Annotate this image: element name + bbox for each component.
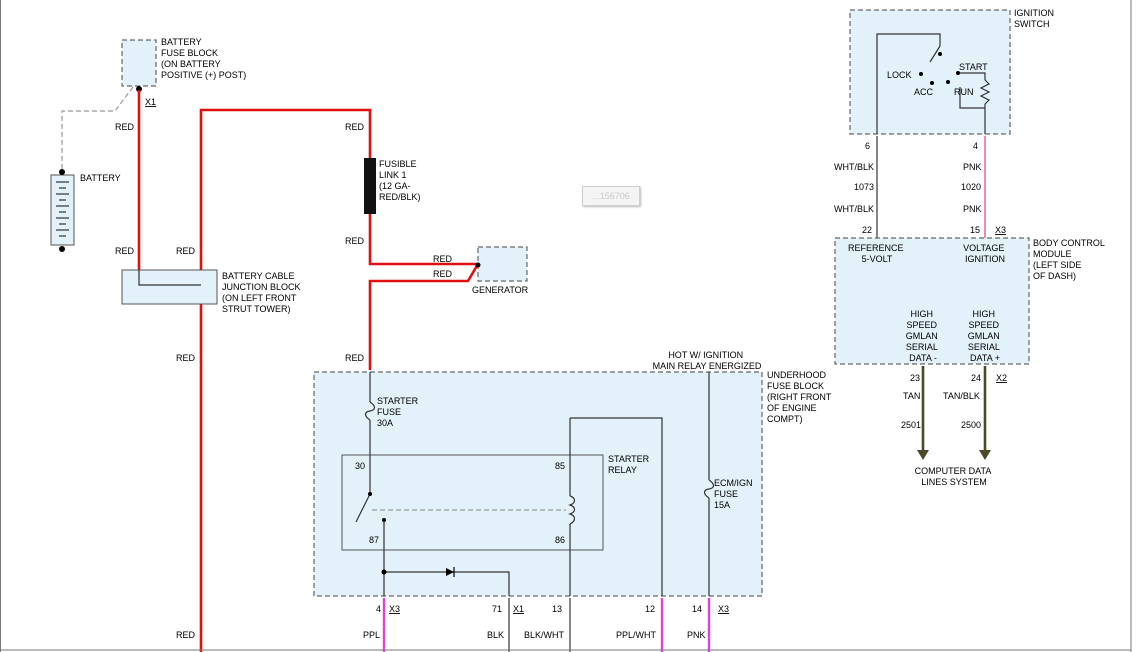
- pin-71-bottom: 71: [492, 604, 502, 614]
- pin-6: 6: [865, 141, 870, 151]
- circuit-2500: 2500: [961, 420, 981, 430]
- run-label: RUN: [954, 87, 974, 97]
- wire-blk-wht: BLK/WHT: [524, 630, 565, 640]
- battery: [50, 174, 75, 246]
- wire-tan-blk: TAN/BLK: [943, 391, 980, 401]
- circuit-1020: 1020: [961, 182, 981, 192]
- x2-connector: X2: [996, 373, 1007, 383]
- pin-86: 86: [555, 535, 565, 545]
- red-wire-generator-starter: [368, 263, 480, 370]
- wire-label-red-6: RED: [176, 630, 196, 640]
- wire-label-red-7: RED: [345, 236, 365, 246]
- pin-23: 23: [910, 373, 920, 383]
- pin-15: 15: [970, 225, 980, 235]
- ignition-switch-label: IGNITION SWITCH: [1014, 8, 1057, 29]
- acc-label: ACC: [914, 87, 934, 97]
- pin-13-bottom: 13: [552, 604, 562, 614]
- ignition-switch: [849, 9, 1011, 135]
- wire-label-red-1: RED: [115, 122, 135, 132]
- wire-label-red-10: RED: [345, 353, 365, 363]
- lock-label: LOCK: [887, 70, 912, 80]
- arrow-data-plus-icon: [979, 450, 991, 460]
- gmlan-plus-label: HIGH SPEED GMLAN SERIAL DATA +: [968, 309, 1003, 363]
- start-label: START: [959, 62, 988, 72]
- wire-ppl: PPL: [363, 630, 380, 640]
- wire-tan: TAN: [903, 391, 920, 401]
- x3-bcm: X3: [995, 225, 1006, 235]
- junction-block-label: BATTERY CABLE JUNCTION BLOCK (ON LEFT FR…: [222, 271, 303, 314]
- generator-label: GENERATOR: [472, 285, 529, 295]
- pin-4-bottom: 4: [376, 604, 381, 614]
- bcm-label: BODY CONTROL MODULE (LEFT SIDE OF DASH): [1033, 238, 1107, 281]
- x3-bottom-b: X3: [718, 604, 729, 614]
- hot-ignition-label: HOT W/ IGNITION MAIN RELAY ENERGIZED: [653, 350, 762, 371]
- circuit-1073: 1073: [854, 182, 874, 192]
- battery-fuse-block: [121, 39, 157, 87]
- wire-ppl-wht: PPL/WHT: [616, 630, 657, 640]
- fusible-link: [364, 158, 376, 214]
- pin-30: 30: [355, 461, 365, 471]
- underhood-label: UNDERHOOD FUSE BLOCK (RIGHT FRONT OF ENG…: [767, 370, 834, 424]
- pin-12-bottom: 12: [645, 604, 655, 614]
- wire-blk: BLK: [487, 630, 504, 640]
- wire-label-red-8: RED: [433, 254, 453, 264]
- wire-pnk-bottom: PNK: [687, 630, 706, 640]
- pin-4: 4: [973, 141, 978, 151]
- pin-87: 87: [369, 535, 379, 545]
- wire-label-red-4: RED: [176, 246, 196, 256]
- pin-85: 85: [555, 461, 565, 471]
- pin-24: 24: [971, 373, 981, 383]
- x1-connector-label: X1: [145, 97, 156, 107]
- watermark-stamp: ...156706: [582, 186, 640, 206]
- x3-bottom-a: X3: [389, 604, 400, 614]
- computer-data-label: COMPUTER DATA LINES SYSTEM: [915, 466, 994, 487]
- wire-label-red-3: RED: [115, 246, 135, 256]
- wire-label-red-5: RED: [176, 353, 196, 363]
- red-wire-link-generator: [368, 214, 478, 266]
- battery-cable-junction-block: [121, 269, 218, 305]
- generator: [477, 246, 528, 282]
- gmlan-minus-label: HIGH SPEED GMLAN SERIAL DATA -: [906, 309, 941, 363]
- wire-wht-blk-1: WHT/BLK: [834, 162, 874, 172]
- battery-label: BATTERY: [80, 173, 121, 183]
- wire-label-red-2: RED: [345, 122, 365, 132]
- wire-wht-blk-2: WHT/BLK: [834, 204, 874, 214]
- fusible-link-label: FUSIBLE LINK 1 (12 GA- RED/BLK): [379, 159, 421, 202]
- wire-pnk-1: PNK: [963, 162, 982, 172]
- circuit-2501: 2501: [901, 420, 921, 430]
- pin-14-bottom: 14: [692, 604, 702, 614]
- wire-label-red-9: RED: [433, 269, 453, 279]
- pin-22: 22: [862, 225, 872, 235]
- x1-bottom: X1: [513, 604, 524, 614]
- battery-fuse-block-label: BATTERY FUSE BLOCK (ON BATTERY POSITIVE …: [161, 37, 246, 80]
- wire-pnk-2: PNK: [963, 204, 982, 214]
- voltage-label: VOLTAGE IGNITION: [963, 243, 1007, 264]
- wiring-diagram: BATTERY FUSE BLOCK (ON BATTERY POSITIVE …: [50, 8, 1107, 652]
- arrow-data-minus-icon: [917, 450, 929, 460]
